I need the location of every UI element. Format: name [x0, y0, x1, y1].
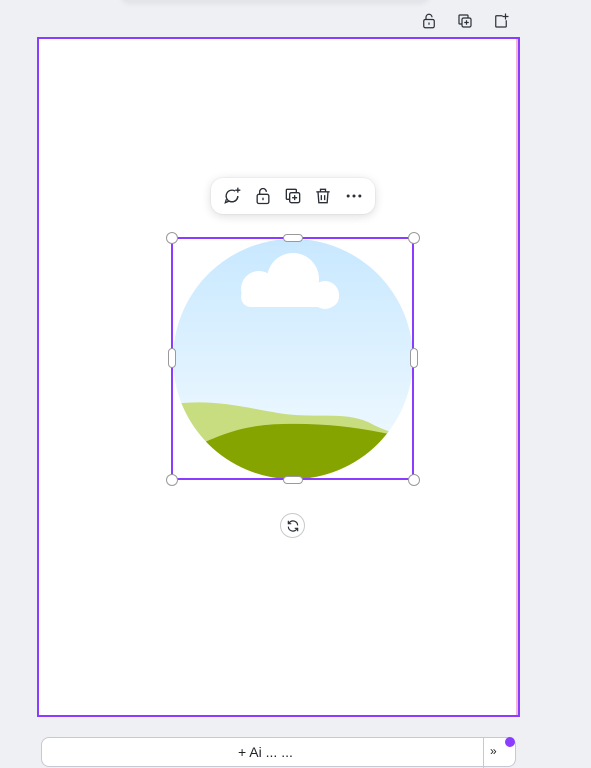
rotate-icon: [287, 519, 298, 532]
delete-element-button[interactable]: [312, 185, 334, 207]
duplicate-icon: [285, 188, 301, 204]
resize-handle-top[interactable]: [283, 234, 303, 242]
bottom-bar-divider: [483, 738, 484, 768]
more-icon: [346, 194, 362, 198]
selection-box: [171, 237, 414, 480]
resize-handle-top-left[interactable]: [166, 232, 178, 244]
resize-handle-top-right[interactable]: [408, 232, 420, 244]
element-toolbar: [211, 178, 375, 214]
resize-handle-left[interactable]: [168, 348, 176, 368]
page-edge-guide: [516, 39, 518, 715]
more-options-button[interactable]: [343, 185, 365, 207]
unlock-icon: [256, 187, 270, 205]
rotate-button[interactable]: [280, 513, 305, 538]
page-actions: [418, 10, 512, 32]
add-page-icon: [495, 13, 509, 28]
resize-handle-bottom-right[interactable]: [408, 474, 420, 486]
add-comment-icon: [224, 187, 241, 204]
unlock-icon: [423, 13, 435, 29]
bottom-prompt-bar[interactable]: + Ai ... ...: [41, 737, 516, 768]
chevron-icon[interactable]: »: [490, 744, 497, 758]
notification-dot: [505, 737, 515, 747]
resize-handle-bottom-left[interactable]: [166, 474, 178, 486]
resize-handle-right[interactable]: [410, 348, 418, 368]
top-panel-shadow: [120, 0, 430, 2]
add-comment-button[interactable]: [221, 185, 243, 207]
add-page-button[interactable]: [490, 10, 512, 32]
duplicate-element-button[interactable]: [282, 185, 304, 207]
duplicate-page-button[interactable]: [454, 10, 476, 32]
bottom-bar-label: + Ai ... ...: [238, 744, 293, 760]
delete-icon: [316, 188, 331, 204]
resize-handle-bottom[interactable]: [283, 476, 303, 484]
duplicate-page-icon: [458, 14, 472, 28]
element-unlock-button[interactable]: [252, 185, 274, 207]
page-unlock-button[interactable]: [418, 10, 440, 32]
